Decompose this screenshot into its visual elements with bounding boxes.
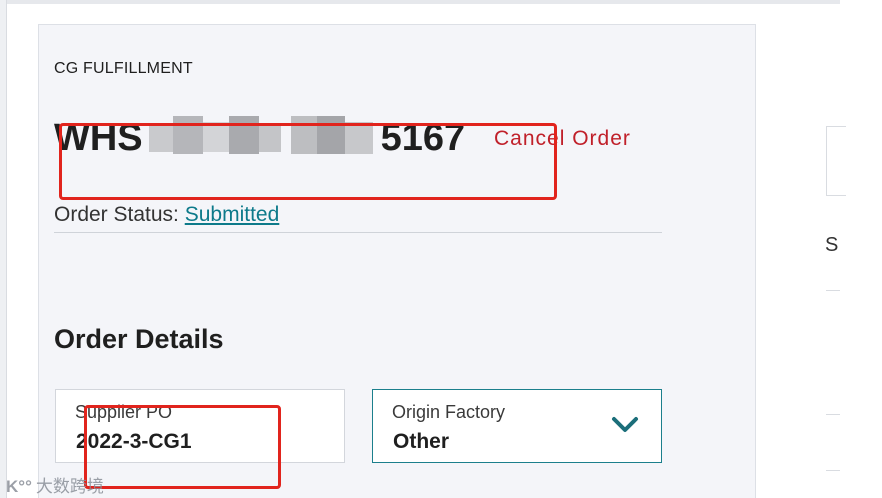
origin-factory-value: Other bbox=[393, 430, 450, 453]
origin-factory-label: Origin Factory bbox=[392, 402, 506, 422]
highlight-order-id bbox=[59, 123, 557, 200]
watermark-logo: K°° bbox=[6, 477, 32, 496]
top-edge bbox=[0, 0, 840, 4]
side-divider bbox=[826, 290, 840, 291]
highlight-supplier-po bbox=[84, 405, 281, 489]
status-divider bbox=[54, 232, 662, 233]
watermark: K°° 大数跨境 bbox=[6, 472, 104, 497]
side-divider bbox=[826, 470, 840, 471]
side-panel-card bbox=[826, 126, 846, 196]
order-status-link[interactable]: Submitted bbox=[185, 203, 280, 226]
chevron-down-icon[interactable] bbox=[611, 416, 639, 434]
order-status-label: Order Status: bbox=[54, 203, 179, 226]
side-divider bbox=[826, 414, 840, 415]
watermark-text: 大数跨境 bbox=[35, 477, 104, 496]
side-partial-text: S bbox=[825, 234, 839, 256]
order-details-title: Order Details bbox=[54, 324, 224, 354]
fulfillment-eyebrow: CG FULFILLMENT bbox=[54, 60, 193, 77]
window-left-edge bbox=[0, 0, 7, 498]
order-status-row: Order Status: Submitted bbox=[54, 203, 279, 227]
origin-factory-select[interactable]: Origin Factory Other bbox=[372, 389, 662, 463]
